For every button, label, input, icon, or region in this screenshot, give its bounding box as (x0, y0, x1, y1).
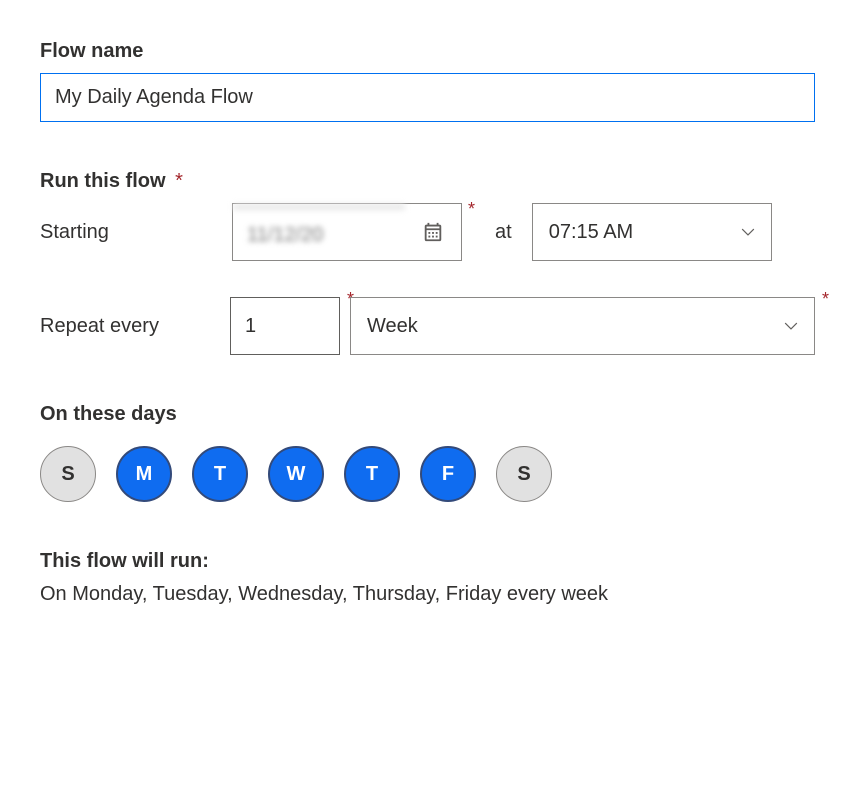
day-toggle-wednesday[interactable]: W (268, 446, 324, 502)
days-row: S M T W T F S (40, 446, 815, 502)
repeat-unit-asterisk: * (822, 289, 829, 310)
time-select[interactable]: 07:15 AM (532, 203, 772, 261)
calendar-icon (422, 221, 444, 243)
repeat-unit-value: Week (367, 315, 418, 338)
summary-section: This flow will run: On Monday, Tuesday, … (40, 550, 815, 606)
day-toggle-sunday[interactable]: S (40, 446, 96, 502)
repeat-unit-wrapper: Week * (350, 297, 815, 355)
calendar-icon-button[interactable] (405, 204, 461, 260)
starting-date-value: 11/12/20 (233, 204, 405, 260)
chevron-down-icon (741, 225, 755, 239)
chevron-down-icon (784, 319, 798, 333)
day-toggle-monday[interactable]: M (116, 446, 172, 502)
at-label: at (495, 221, 512, 244)
repeat-every-label: Repeat every (40, 315, 220, 338)
on-these-days-label: On these days (40, 403, 815, 426)
flow-name-input[interactable] (40, 73, 815, 122)
days-section: On these days S M T W T F S (40, 403, 815, 502)
day-toggle-friday[interactable]: F (420, 446, 476, 502)
required-asterisk: * (175, 170, 183, 192)
summary-label: This flow will run: (40, 550, 815, 573)
date-required-asterisk: * (468, 199, 475, 220)
day-toggle-tuesday[interactable]: T (192, 446, 248, 502)
flow-name-label: Flow name (40, 40, 815, 63)
run-this-flow-label-text: Run this flow (40, 170, 166, 192)
repeat-unit-select[interactable]: Week (350, 297, 815, 355)
time-value: 07:15 AM (549, 221, 634, 244)
starting-label: Starting (40, 221, 220, 244)
repeat-number-wrapper: * (230, 297, 340, 355)
repeat-row: Repeat every * Week * (40, 297, 815, 355)
starting-row: Starting 11/12/20 * at 07:15 AM (40, 203, 815, 261)
flow-name-section: Flow name (40, 40, 815, 122)
starting-date-input[interactable]: 11/12/20 (232, 203, 462, 261)
run-this-flow-label: Run this flow * (40, 170, 815, 193)
repeat-number-input[interactable] (230, 297, 340, 355)
run-this-flow-section: Run this flow * Starting 11/12/20 * at 0… (40, 170, 815, 355)
summary-text: On Monday, Tuesday, Wednesday, Thursday,… (40, 583, 815, 606)
day-toggle-saturday[interactable]: S (496, 446, 552, 502)
day-toggle-thursday[interactable]: T (344, 446, 400, 502)
